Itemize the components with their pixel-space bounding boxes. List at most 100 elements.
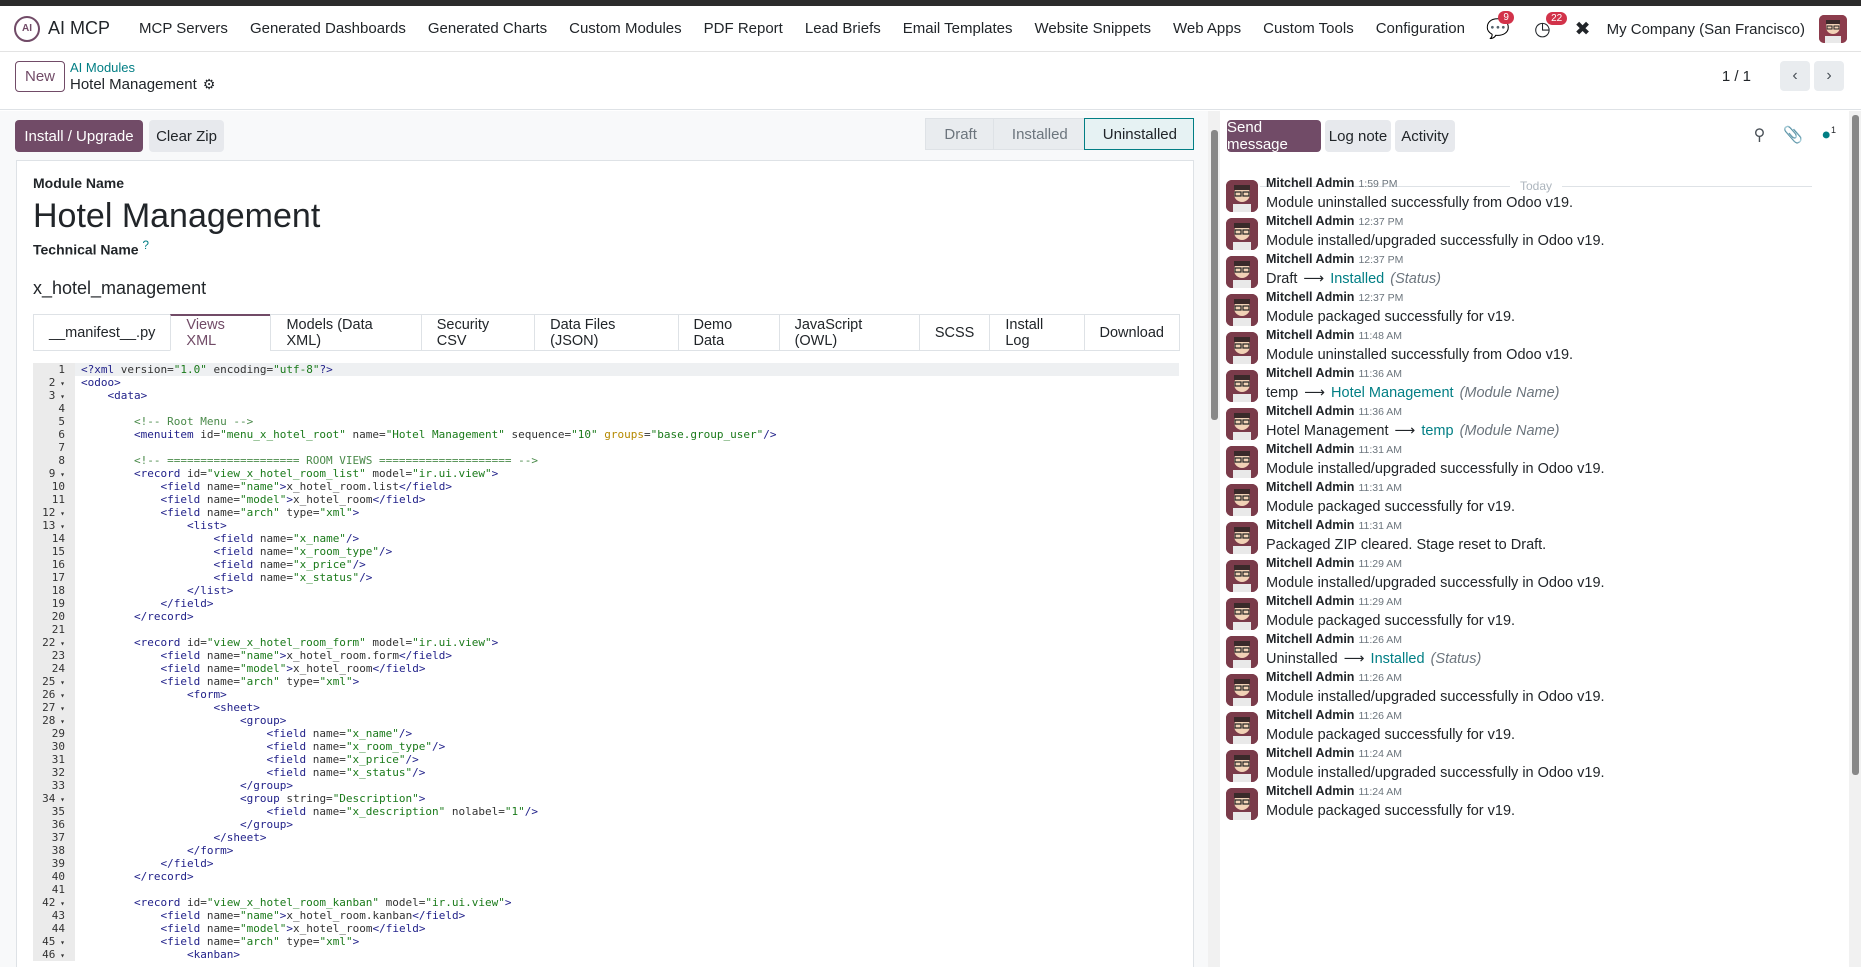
menu-item-custom-modules[interactable]: Custom Modules [558,20,693,37]
pager-value[interactable]: 1 / 1 [1722,68,1751,85]
menu-item-website-snippets[interactable]: Website Snippets [1024,20,1162,37]
module-name-field[interactable]: Hotel Management [33,197,320,236]
code-line[interactable]: 36 </group> [33,818,1179,831]
stage-installed[interactable]: Installed [992,118,1085,150]
log-note-button[interactable]: Log note [1325,120,1391,152]
author-avatar[interactable] [1226,218,1258,250]
code-line[interactable]: 21 [33,623,1179,636]
code-line[interactable]: 6 <menuitem id="menu_x_hotel_root" name=… [33,428,1179,441]
message-author[interactable]: Mitchell Admin 11:29 AM [1266,556,1402,570]
code-line[interactable]: 20 </record> [33,610,1179,623]
code-line[interactable]: 1 <?xml version="1.0" encoding="utf-8"?> [33,363,1179,376]
code-line[interactable]: 44 <field name="model">x_hotel_room</fie… [33,922,1179,935]
menu-item-mcp-servers[interactable]: MCP Servers [128,20,239,37]
author-name[interactable]: Mitchell Admin [1266,404,1354,418]
stage-uninstalled[interactable]: Uninstalled [1083,118,1194,150]
code-line[interactable]: 39 </field> [33,857,1179,870]
message-author[interactable]: Mitchell Admin 11:48 AM [1266,328,1402,342]
author-name[interactable]: Mitchell Admin [1266,328,1354,342]
tab-views-xml[interactable]: Views XML [170,314,272,351]
code-line[interactable]: 25 <field name="arch" type="xml"> [33,675,1179,688]
message-author[interactable]: Mitchell Admin 11:24 AM [1266,746,1402,760]
code-line[interactable]: 10 <field name="name">x_hotel_room.list<… [33,480,1179,493]
form-scrollbar-thumb[interactable] [1211,130,1218,420]
author-avatar[interactable] [1226,560,1258,592]
code-line[interactable]: 7 [33,441,1179,454]
code-editor[interactable]: 1 <?xml version="1.0" encoding="utf-8"?> 2… [33,363,1179,967]
pager-previous-icon[interactable]: ‹ [1780,61,1810,91]
message-author[interactable]: Mitchell Admin 11:36 AM [1266,366,1402,380]
company-switcher[interactable]: My Company (San Francisco) [1607,21,1805,38]
author-avatar[interactable] [1226,446,1258,478]
message-author[interactable]: Mitchell Admin 12:37 PM [1266,290,1403,304]
gear-icon[interactable]: ⚙ [203,76,216,93]
code-line[interactable]: 29 <field name="x_name"/> [33,727,1179,740]
app-name[interactable]: AI MCP [48,18,110,39]
tab-scss[interactable]: SCSS [918,314,991,351]
author-name[interactable]: Mitchell Admin [1266,784,1354,798]
code-line[interactable]: 28 <group> [33,714,1179,727]
code-line[interactable]: 31 <field name="x_price"/> [33,753,1179,766]
code-line[interactable]: 42 <record id="view_x_hotel_room_kanban"… [33,896,1179,909]
tab-data-files-json[interactable]: Data Files (JSON) [534,314,679,351]
author-avatar[interactable] [1226,674,1258,706]
code-line[interactable]: 4 [33,402,1179,415]
chatter-scrollbar-thumb[interactable] [1852,115,1859,775]
message-author[interactable]: Mitchell Admin 11:24 AM [1266,784,1402,798]
author-name[interactable]: Mitchell Admin [1266,442,1354,456]
author-name[interactable]: Mitchell Admin [1266,290,1354,304]
app-logo[interactable]: AI AI MCP [14,15,110,42]
author-name[interactable]: Mitchell Admin [1266,556,1354,570]
code-line[interactable]: 30 <field name="x_room_type"/> [33,740,1179,753]
code-line[interactable]: 18 </list> [33,584,1179,597]
author-avatar[interactable] [1226,750,1258,782]
tab-manifest-py[interactable]: __manifest__.py [33,314,172,351]
code-line[interactable]: 41 [33,883,1179,896]
tab-javascript-owl[interactable]: JavaScript (OWL) [778,314,920,351]
author-name[interactable]: Mitchell Admin [1266,632,1354,646]
code-line[interactable]: 3 <data> [33,389,1179,402]
new-button[interactable]: New [15,61,65,92]
menu-item-web-apps[interactable]: Web Apps [1162,20,1252,37]
message-author[interactable]: Mitchell Admin 11:31 AM [1266,442,1402,456]
stage-draft[interactable]: Draft [925,118,994,150]
tab-security-csv[interactable]: Security CSV [420,314,536,351]
author-name[interactable]: Mitchell Admin [1266,176,1354,190]
tab-install-log[interactable]: Install Log [989,314,1085,351]
activity-button[interactable]: Activity [1395,120,1455,152]
author-name[interactable]: Mitchell Admin [1266,480,1354,494]
author-name[interactable]: Mitchell Admin [1266,252,1354,266]
message-author[interactable]: Mitchell Admin 11:26 AM [1266,670,1402,684]
author-avatar[interactable] [1226,370,1258,402]
code-line[interactable]: 17 <field name="x_status"/> [33,571,1179,584]
code-line[interactable]: 12 <field name="arch" type="xml"> [33,506,1179,519]
menu-item-configuration[interactable]: Configuration [1365,20,1476,37]
code-line[interactable]: 5 <!-- Root Menu --> [33,415,1179,428]
menu-item-pdf-report[interactable]: PDF Report [693,20,794,37]
breadcrumb-parent[interactable]: AI Modules [70,60,135,75]
author-avatar[interactable] [1226,522,1258,554]
author-avatar[interactable] [1226,180,1258,212]
author-name[interactable]: Mitchell Admin [1266,670,1354,684]
author-name[interactable]: Mitchell Admin [1266,518,1354,532]
author-name[interactable]: Mitchell Admin [1266,594,1354,608]
code-line[interactable]: 34 <group string="Description"> [33,792,1179,805]
message-author[interactable]: Mitchell Admin 12:37 PM [1266,252,1403,266]
technical-name-field[interactable]: x_hotel_management [33,278,206,299]
tab-models-data-xml[interactable]: Models (Data XML) [270,314,422,351]
menu-item-email-templates[interactable]: Email Templates [892,20,1024,37]
message-author[interactable]: Mitchell Admin 11:29 AM [1266,594,1402,608]
help-tooltip-icon[interactable]: ? [142,239,148,252]
code-line[interactable]: 23 <field name="name">x_hotel_room.form<… [33,649,1179,662]
menu-item-generated-dashboards[interactable]: Generated Dashboards [239,20,417,37]
code-line[interactable]: 35 <field name="x_description" nolabel="… [33,805,1179,818]
author-name[interactable]: Mitchell Admin [1266,214,1354,228]
message-author[interactable]: Mitchell Admin 12:37 PM [1266,214,1403,228]
code-line[interactable]: 40 </record> [33,870,1179,883]
paperclip-icon[interactable]: 📎 [1783,125,1803,145]
message-author[interactable]: Mitchell Admin 11:36 AM [1266,404,1402,418]
author-name[interactable]: Mitchell Admin [1266,366,1354,380]
code-line[interactable]: 24 <field name="model">x_hotel_room</fie… [33,662,1179,675]
author-avatar[interactable] [1226,712,1258,744]
code-line[interactable]: 43 <field name="name">x_hotel_room.kanba… [33,909,1179,922]
